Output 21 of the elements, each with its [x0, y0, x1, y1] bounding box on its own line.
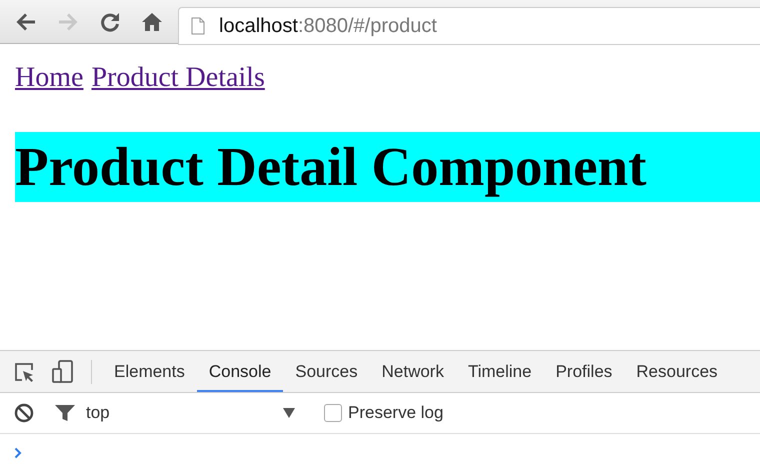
- devtools-tab[interactable]: Resources: [624, 351, 730, 392]
- nav-link[interactable]: Product Details: [91, 62, 265, 94]
- clear-icon[interactable]: [14, 403, 34, 423]
- prompt-icon: [14, 447, 22, 459]
- nav-link[interactable]: Home: [15, 62, 84, 94]
- page-heading: Product Detail Component: [15, 132, 760, 202]
- devtools-tab[interactable]: Profiles: [544, 351, 624, 392]
- context-dropdown[interactable]: top: [86, 403, 296, 423]
- preserve-log-checkbox[interactable]: [324, 404, 342, 422]
- devtools-tab[interactable]: Timeline: [456, 351, 544, 392]
- devtools-tab[interactable]: Console: [196, 351, 284, 392]
- checkbox-label: Preserve log: [348, 403, 444, 423]
- devtools-tab[interactable]: Network: [370, 351, 456, 392]
- address-bar[interactable]: localhost:8080/#/product: [178, 7, 760, 45]
- device-icon[interactable]: [51, 360, 75, 384]
- devtools-tab[interactable]: Elements: [102, 351, 197, 392]
- caret-icon: [282, 407, 296, 419]
- devtools-tab[interactable]: Sources: [283, 351, 370, 392]
- inspect-icon[interactable]: [13, 360, 35, 382]
- page-icon: [191, 17, 205, 35]
- filter-icon[interactable]: [54, 403, 76, 423]
